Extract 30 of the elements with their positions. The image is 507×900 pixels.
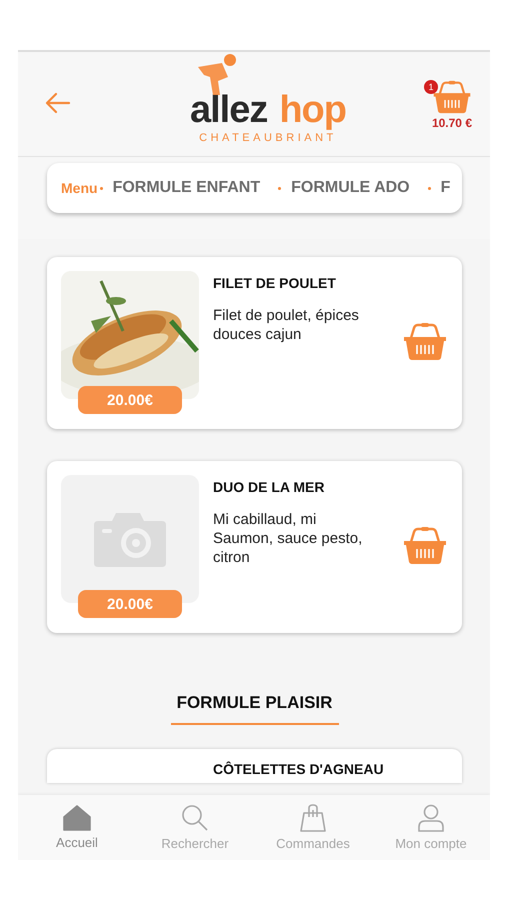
price-tag: 20.00€ [78, 590, 182, 618]
logo-text: allez [190, 90, 268, 128]
nav-tab[interactable]: Accueil [18, 795, 136, 860]
separator-dot [428, 186, 431, 190]
product-name: DUO DE LA MER [213, 479, 326, 495]
category-tab[interactable]: FORMULE ENFANT [112, 179, 260, 197]
cart-count-badge: 1 [424, 80, 438, 94]
logo-text: hop [279, 90, 346, 128]
price-tag: 20.00€ [78, 386, 182, 414]
product-description: Filet de poulet, épices douces cajun [213, 307, 360, 344]
cart-button[interactable]: 1 10.70 € [424, 78, 472, 130]
basket-icon [402, 322, 448, 362]
search-icon [181, 804, 209, 832]
product-card[interactable]: 20.00€ DUO DE LA MER Mi cabillaud, mi Saumon, sauce pesto, citron [47, 461, 462, 633]
product-name: CÔTELETTES D'AGNEAU [213, 761, 384, 777]
product-name: FILET DE POULET [213, 275, 337, 291]
product-card[interactable]: CÔTELETTES D'AGNEAU [47, 749, 462, 783]
home-icon [63, 805, 91, 831]
user-icon [418, 804, 444, 832]
category-tab[interactable]: FORMULE ADO [291, 179, 410, 197]
basket-icon [432, 80, 472, 114]
section-title: FORMULE PLAISIR [176, 693, 332, 713]
product-description: Mi cabillaud, mi Saumon, sauce pesto, citron [213, 511, 364, 568]
separator-dot [100, 186, 103, 190]
logo-tagline: CHATEAUBRIANT [199, 132, 337, 144]
basket-icon [402, 526, 448, 566]
product-card[interactable]: 20.00€ FILET DE POULET Filet de poulet, épices douces cajun [47, 257, 462, 429]
separator-dot [278, 186, 282, 190]
category-tab[interactable]: F [440, 179, 450, 197]
shopping-bag-icon [299, 804, 327, 832]
